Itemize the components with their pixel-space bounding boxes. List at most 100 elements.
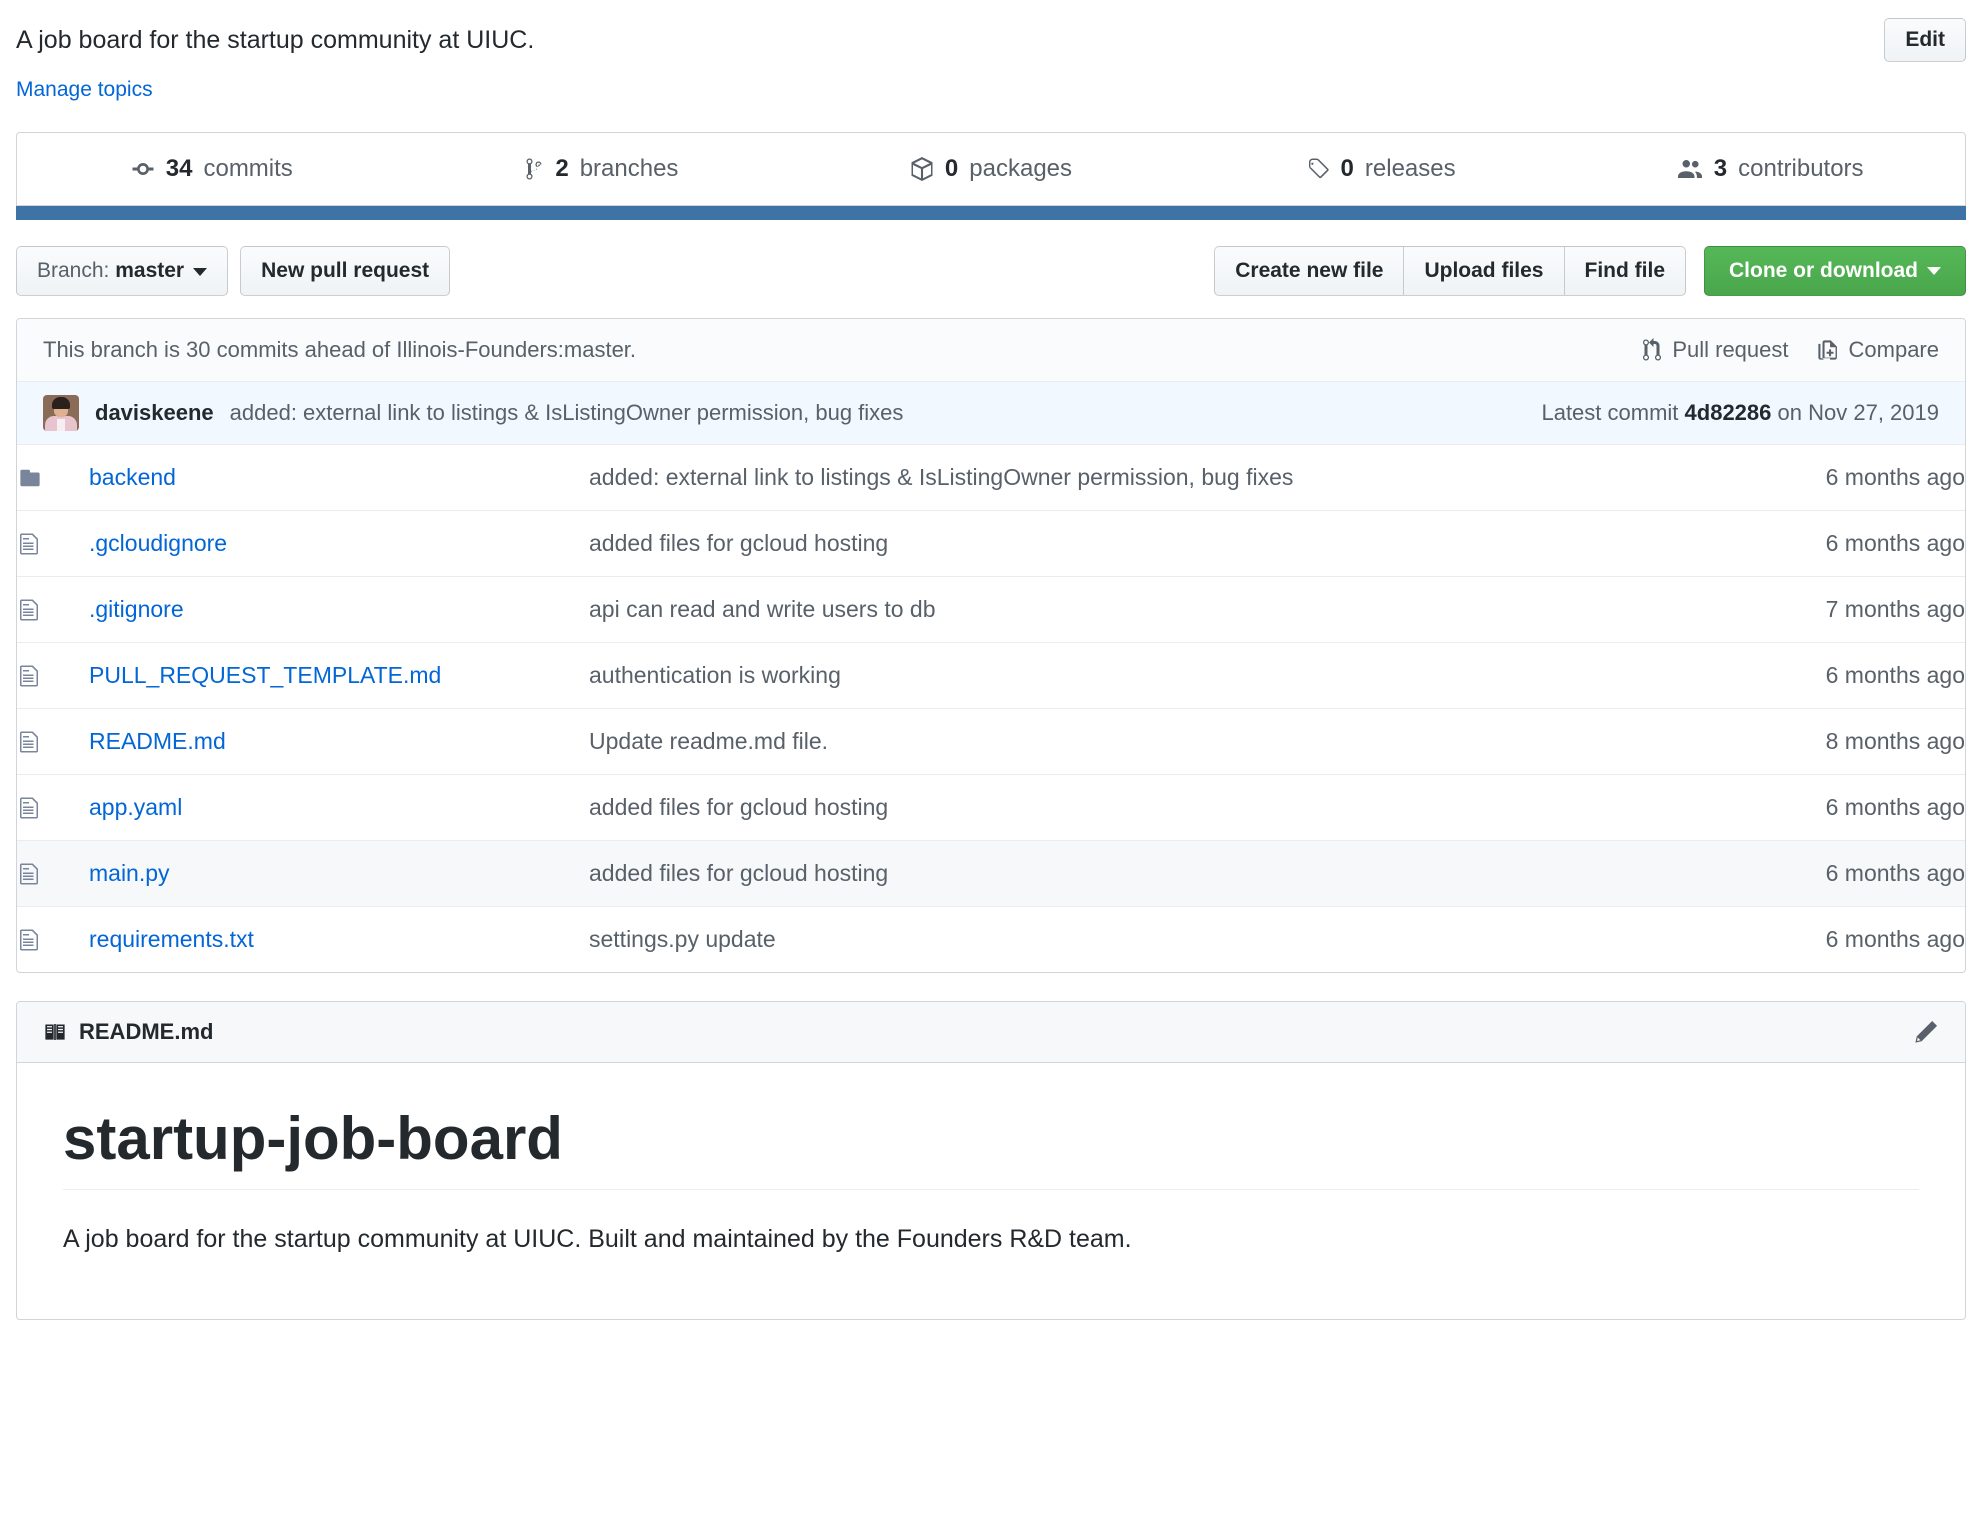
file-name-link[interactable]: requirements.txt <box>89 926 254 952</box>
file-age-cell: 6 months ago <box>1825 794 1965 820</box>
file-type-icon-cell <box>17 775 89 841</box>
file-commit-message-cell[interactable]: added files for gcloud hosting <box>589 511 1675 577</box>
branch-icon <box>524 157 544 181</box>
pull-request-label: Pull request <box>1672 337 1789 362</box>
table-row[interactable]: backend added: external link to listings … <box>17 445 1965 511</box>
summary-commits-label: commits <box>203 155 293 182</box>
summary-commits[interactable]: 34 commits <box>17 133 407 205</box>
pull-request-link[interactable]: Pull request <box>1642 337 1789 363</box>
file-icon <box>20 665 38 686</box>
compare-link[interactable]: Compare <box>1817 337 1939 363</box>
readme-header: README.md <box>17 1002 1965 1063</box>
table-row[interactable]: PULL_REQUEST_TEMPLATE.md authentication i… <box>17 642 1965 709</box>
branch-prefix-label: Branch: <box>37 259 110 283</box>
find-file-button[interactable]: Find file <box>1563 246 1686 296</box>
file-name-link[interactable]: .gcloudignore <box>89 530 227 556</box>
readme-container: README.md startup-job-board A job board … <box>16 1001 1966 1320</box>
file-name-link[interactable]: .gitignore <box>89 596 184 622</box>
repository-description-row: A job board for the startup community at… <box>16 0 1966 62</box>
branch-status-actions: Pull request Compare <box>1642 337 1939 363</box>
file-name-cell: .gcloudignore <box>89 511 589 577</box>
folder-icon <box>20 469 40 486</box>
table-row[interactable]: README.md Update readme.md file. 8 months … <box>17 708 1965 775</box>
file-icon <box>20 863 38 884</box>
file-name-link[interactable]: main.py <box>89 860 170 886</box>
new-pull-request-button[interactable]: New pull request <box>240 246 451 296</box>
summary-packages[interactable]: 0 packages <box>796 133 1186 205</box>
summary-releases-label: releases <box>1364 155 1456 182</box>
file-type-icon-cell <box>17 511 89 577</box>
summary-contributors[interactable]: 3 contributors <box>1575 133 1965 205</box>
table-row[interactable]: .gitignore api can read and write users t… <box>17 576 1965 643</box>
repository-page: A job board for the startup community at… <box>0 0 1982 1320</box>
summary-commits-count: 34 <box>165 155 193 182</box>
file-commit-message-cell[interactable]: added files for gcloud hosting <box>589 841 1675 907</box>
branch-select-button[interactable]: Branch: master <box>16 246 229 296</box>
file-commit-message-cell[interactable]: settings.py update <box>589 907 1675 973</box>
file-icon <box>20 797 38 818</box>
people-icon <box>1677 157 1703 181</box>
repository-description: A job board for the startup community at… <box>16 26 535 54</box>
file-age-cell: 6 months ago <box>1825 530 1965 556</box>
table-row[interactable]: app.yaml added files for gcloud hosting 6 … <box>17 774 1965 841</box>
pencil-icon <box>1915 1020 1938 1043</box>
file-name-cell: backend <box>89 445 589 511</box>
file-name-cell: main.py <box>89 841 589 907</box>
file-commit-message-cell[interactable]: Update readme.md file. <box>589 709 1675 775</box>
file-icon <box>20 929 38 950</box>
latest-commit-left: daviskeene added: external link to listi… <box>43 395 903 431</box>
file-name-link[interactable]: README.md <box>89 728 226 754</box>
upload-files-button[interactable]: Upload files <box>1403 246 1564 296</box>
summary-branches[interactable]: 2 branches <box>407 133 797 205</box>
table-row[interactable]: .gcloudignore added files for gcloud host… <box>17 510 1965 577</box>
file-name-link[interactable]: PULL_REQUEST_TEMPLATE.md <box>89 662 441 688</box>
file-name-cell: app.yaml <box>89 775 589 841</box>
language-segment-python[interactable] <box>16 206 1966 220</box>
file-age-cell: 6 months ago <box>1825 860 1965 886</box>
file-name-cell: README.md <box>89 709 589 775</box>
summary-branches-count: 2 <box>555 155 569 182</box>
file-commit-message-cell[interactable]: added: external link to listings & IsLis… <box>589 445 1675 511</box>
file-navigation-left: Branch: master New pull request <box>16 246 451 296</box>
file-age-cell: 7 months ago <box>1825 596 1965 622</box>
file-commit-message-cell[interactable]: api can read and write users to db <box>589 577 1675 643</box>
file-name-link[interactable]: backend <box>89 464 176 490</box>
clone-or-download-label: Clone or download <box>1729 259 1918 282</box>
latest-commit-right: Latest commit 4d82286 on Nov 27, 2019 <box>1541 400 1939 426</box>
commit-sha-link[interactable]: 4d82286 <box>1685 400 1772 425</box>
commit-message-link[interactable]: added: external link to listings & IsLis… <box>230 400 904 426</box>
create-new-file-button[interactable]: Create new file <box>1214 246 1404 296</box>
latest-commit-prefix: Latest commit <box>1541 400 1679 425</box>
branch-status-text: This branch is 30 commits ahead of Illin… <box>43 337 637 362</box>
file-icon <box>20 533 38 554</box>
summary-branches-label: branches <box>579 155 679 182</box>
file-type-icon-cell <box>17 445 89 511</box>
file-name-cell: .gitignore <box>89 577 589 643</box>
file-icon <box>20 731 38 752</box>
edit-readme-button[interactable] <box>1913 1019 1939 1045</box>
table-row[interactable]: requirements.txt settings.py update 6 mont… <box>17 906 1965 973</box>
commit-icon <box>131 157 155 181</box>
avatar[interactable] <box>43 395 79 431</box>
file-commit-message-cell[interactable]: added files for gcloud hosting <box>589 775 1675 841</box>
file-name-link[interactable]: app.yaml <box>89 794 182 820</box>
commit-author-link[interactable]: daviskeene <box>95 400 214 426</box>
edit-description-button[interactable]: Edit <box>1884 18 1966 62</box>
readme-paragraph: A job board for the startup community at… <box>63 1225 1132 1253</box>
readme-body: startup-job-board A job board for the st… <box>17 1063 1965 1319</box>
chevron-down-icon <box>1927 267 1941 276</box>
table-row[interactable]: main.py added files for gcloud hosting 6 m… <box>17 840 1965 907</box>
file-name-cell: PULL_REQUEST_TEMPLATE.md <box>89 643 589 709</box>
readme-filename: README.md <box>79 1019 214 1044</box>
summary-releases-count: 0 <box>1340 155 1354 182</box>
file-type-icon-cell <box>17 577 89 643</box>
summary-releases[interactable]: 0 releases <box>1186 133 1576 205</box>
file-type-icon-cell <box>17 841 89 907</box>
file-commit-message-cell[interactable]: authentication is working <box>589 643 1675 709</box>
clone-or-download-button[interactable]: Clone or download <box>1704 246 1966 296</box>
manage-topics-link[interactable]: Manage topics <box>16 78 153 102</box>
package-icon <box>910 157 934 181</box>
latest-commit-date: Nov 27, 2019 <box>1808 400 1939 425</box>
file-navigation-toolbar: Branch: master New pull request Create n… <box>16 246 1966 296</box>
branch-name-label: master <box>115 259 185 283</box>
